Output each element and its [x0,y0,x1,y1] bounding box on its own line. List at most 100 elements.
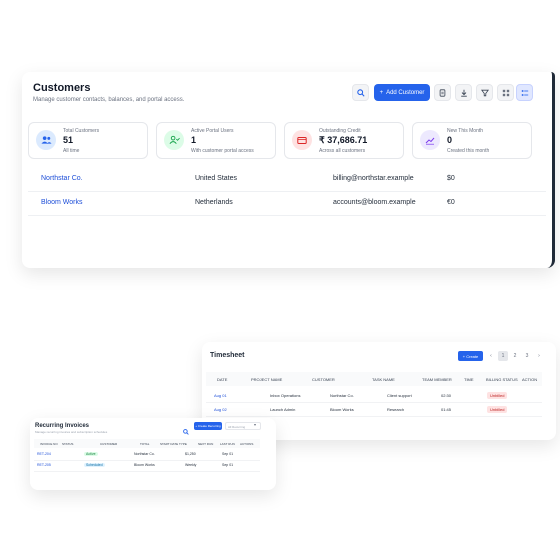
table-row[interactable]: Aug 01 Inbox Operations Northstar Co. Cl… [206,388,542,403]
table-row[interactable]: Bloom Works Netherlands accounts@bloom.e… [28,191,546,216]
download-icon [460,89,467,97]
plus-icon: + [379,89,384,96]
customer-balance: $0 [447,175,455,182]
status-badge: Active [84,452,98,456]
invoice-link[interactable]: RET-205 [37,463,51,467]
stat-value: ₹ 37,686.71 [319,135,368,145]
create-recurring-button[interactable]: + Create Recurring [194,422,222,430]
col-date[interactable]: DATE [217,377,227,382]
stat-caption: With customer portal access [191,148,254,154]
stat-total-customers: Total Customers 51 All time [28,122,148,159]
recurring-subtitle: Manage recurring invoices and subscripti… [35,430,108,434]
entry-task: Client support [387,393,412,398]
import-button[interactable] [434,84,451,101]
customer-email: accounts@bloom.example [333,199,416,206]
col-team-member: TEAM MEMBER [422,377,452,382]
col-last-run: LAST RUN [220,442,235,446]
col-action: ACTION [522,377,538,382]
stat-caption: All time [63,148,80,154]
table-row[interactable]: RET-205 Scheduled Bloom Works Weekly Sep… [34,460,260,472]
col-customer: CUSTOMER [312,377,335,382]
create-recurring-label: Create Recurring [197,424,221,428]
wallet-icon [292,130,312,150]
entry-customer: Bloom Works [330,407,354,412]
customer-email: billing@northstar.example [333,175,414,182]
users-icon [36,130,56,150]
col-task-name: TASK NAME [372,377,395,382]
grid-view-button[interactable] [497,84,514,101]
invoice-last-run: Sep 01 [222,463,234,467]
status-badge: Scheduled [84,463,105,467]
col-actions: ACTIONS [240,442,254,446]
entry-task: Research [387,407,405,412]
export-button[interactable] [455,84,472,101]
invoice-link[interactable]: RET-204 [37,452,51,456]
customers-header: Customers Manage customer contacts, bala… [33,82,184,103]
grid-icon [502,89,509,96]
stat-caption: Across all customers [319,148,366,154]
list-icon [521,89,528,96]
customer-name-link[interactable]: Northstar Co. [41,175,83,182]
document-icon [439,88,446,97]
entry-time: 02:30 [441,393,452,398]
col-total: TOTAL [140,442,150,446]
customer-balance: €0 [447,199,455,206]
filter-button[interactable] [476,84,493,101]
next-page-button[interactable]: › [534,351,544,361]
timesheet-table-header: DATE PROJECT NAME CUSTOMER TASK NAME TEA… [206,372,542,386]
invoice-customer: Bloom Works [134,463,155,467]
col-start-date: START DATE [160,442,179,446]
stat-label: Outstanding Credit [319,128,361,134]
status-badge: Unbilled [487,406,508,413]
entry-date-link[interactable]: Aug 01 [214,393,227,398]
col-type: TYPE [179,442,187,446]
stat-value: 0 [447,135,453,145]
create-label: Create [466,353,479,359]
col-customer: CUSTOMER [100,442,118,446]
create-timesheet-button[interactable]: + Create [458,351,483,361]
filter-icon [480,89,489,96]
recurring-title: Recurring Invoices [35,423,90,429]
invoice-type: Weekly [185,463,197,467]
col-next-run: NEXT RUN [198,442,214,446]
chart-icon [420,130,440,150]
entry-date-link[interactable]: Aug 02 [214,407,227,412]
prev-page-button[interactable]: ‹ [486,351,496,361]
stat-label: New This Month [447,128,484,134]
invoice-last-run: Sep 01 [222,452,234,456]
col-time[interactable]: TIME [464,377,474,382]
add-customer-label: Add Customer [386,89,425,96]
timesheet-title: Timesheet [210,352,245,359]
filter-value: All Recurring [228,425,246,429]
search-button[interactable] [183,422,191,435]
entry-time: 01:45 [441,407,452,412]
entry-customer: Northstar Co. [330,393,354,398]
page-subtitle: Manage customer contacts, balances, and … [33,97,185,103]
stat-label: Total Customers [63,128,100,134]
invoice-customer: Northstar Co. [134,452,155,456]
customer-country: United States [195,175,238,182]
search-button[interactable] [352,84,369,101]
user-check-icon [164,130,184,150]
col-project-name: PROJECT NAME [251,377,283,382]
search-icon [356,88,365,97]
page-2-button[interactable]: 2 [510,351,520,361]
table-row[interactable]: Aug 02 Launch Admin Bloom Works Research… [206,402,542,417]
page-1-button[interactable]: 1 [498,351,508,361]
stat-value: 51 [63,135,74,145]
chevron-down-icon: ▾ [254,422,257,427]
invoice-total: $1,250 [185,452,196,456]
customer-name-link[interactable]: Bloom Works [41,199,83,206]
page-3-button[interactable]: 3 [522,351,532,361]
recurring-table-header: INVOICE NO STATUS CUSTOMER TOTAL START D… [34,439,260,448]
customer-country: Netherlands [195,199,233,206]
table-row[interactable]: Northstar Co. United States billing@nort… [28,167,546,192]
stat-value: 1 [191,135,197,145]
entry-project: Launch Admin [270,407,296,412]
col-invoice-no: INVOICE NO [40,442,58,446]
list-view-button[interactable] [516,84,533,101]
page-title: Customers [33,82,91,94]
stat-outstanding-credit: Outstanding Credit ₹ 37,686.71 Across al… [284,122,404,159]
add-customer-button[interactable]: + Add Customer [374,84,430,101]
stat-label: Active Portal Users [191,128,234,134]
